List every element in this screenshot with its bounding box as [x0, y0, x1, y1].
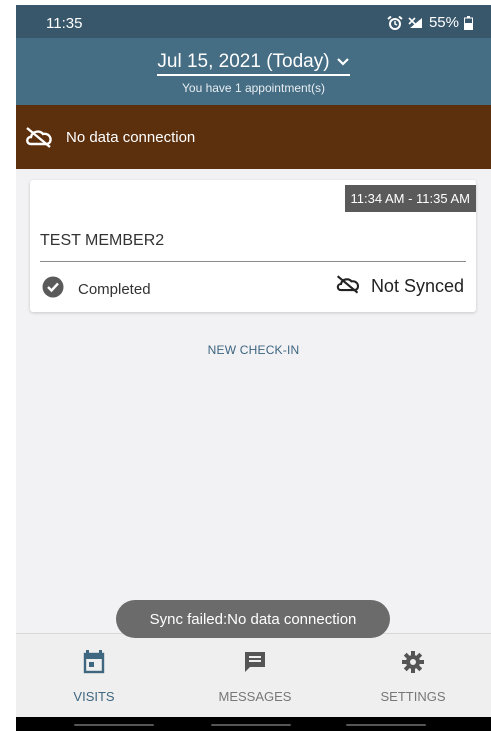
home-bar[interactable] — [211, 724, 291, 726]
completion-status: Completed — [42, 276, 151, 303]
alarm-icon — [387, 15, 403, 30]
sync-status: Not Synced — [335, 274, 464, 299]
date-label: Jul 15, 2021 (Today) — [157, 51, 330, 72]
banner-message: No data connection — [66, 129, 196, 146]
date-selector[interactable]: Jul 15, 2021 (Today) — [16, 51, 491, 76]
date-header: Jul 15, 2021 (Today) You have 1 appointm… — [16, 38, 491, 105]
app-screen: 11:35 55% Jul 15, 2021 (Today) You have … — [16, 5, 491, 731]
battery-percent: 55% — [428, 14, 459, 31]
sync-status-label: Not Synced — [370, 276, 464, 296]
nav-settings[interactable]: SETTINGS — [343, 648, 483, 704]
recent-apps-bar[interactable] — [74, 724, 154, 726]
message-icon — [185, 648, 325, 676]
nav-settings-label: SETTINGS — [380, 689, 446, 704]
chevron-down-icon — [336, 57, 350, 67]
connection-banner: No data connection — [16, 105, 491, 169]
status-time: 11:35 — [46, 15, 83, 32]
system-navigation-bar — [16, 717, 491, 731]
nav-visits-label: VISITS — [73, 689, 115, 704]
member-name: TEST MEMBER2 — [40, 232, 165, 249]
divider — [40, 261, 466, 262]
status-bar: 11:35 55% — [16, 5, 491, 38]
nav-messages-label: MESSAGES — [218, 689, 292, 704]
check-circle-icon — [42, 276, 64, 303]
cloud-off-icon — [24, 126, 54, 152]
appointment-card[interactable]: 11:34 AM - 11:35 AM TEST MEMBER2 Complet… — [30, 180, 476, 312]
gear-icon — [343, 648, 483, 676]
status-icons: 55% — [387, 14, 473, 31]
cloud-off-icon — [335, 274, 361, 299]
toast-message: Sync failed:No data connection — [116, 600, 390, 638]
nav-visits[interactable]: VISITS — [24, 648, 164, 704]
nav-messages[interactable]: MESSAGES — [185, 648, 325, 704]
calendar-icon — [24, 648, 164, 676]
back-bar[interactable] — [346, 724, 426, 726]
signal-muted-icon — [408, 16, 424, 30]
bottom-navigation: VISITS MESSAGES SETTINGS — [16, 633, 491, 718]
status-label: Completed — [78, 281, 151, 298]
time-range-badge: 11:34 AM - 11:35 AM — [344, 185, 476, 212]
appointment-count: You have 1 appointment(s) — [182, 81, 325, 95]
battery-icon — [464, 15, 473, 30]
new-check-in-button[interactable]: NEW CHECK-IN — [16, 343, 491, 357]
